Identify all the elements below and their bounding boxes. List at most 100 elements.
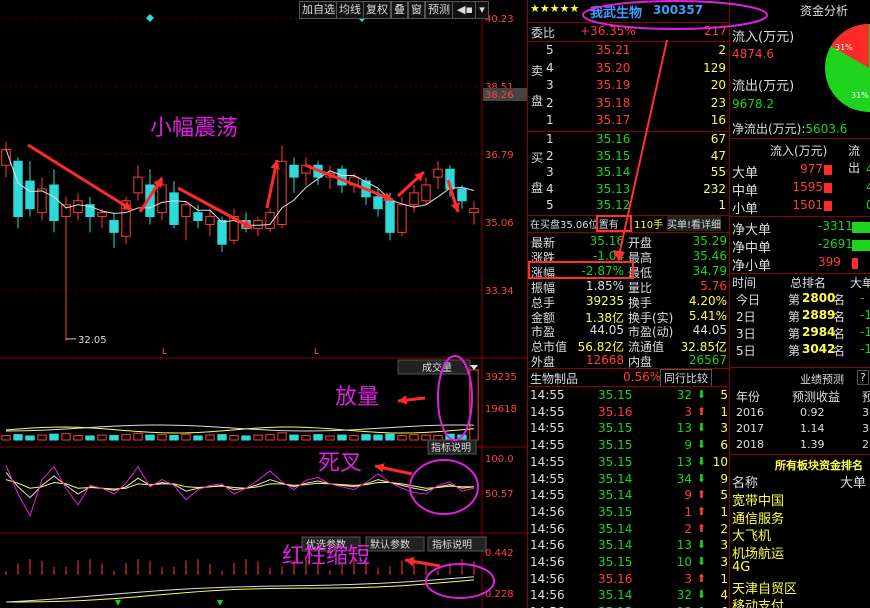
candle-body[interactable] [133,176,143,194]
toolbar-btn-forecast[interactable]: 预测 [425,1,453,19]
candle-body[interactable] [13,160,23,218]
tick-count: 3 [720,555,728,569]
quote-row: 最新 35.16 开盘 35.29 [528,234,730,250]
volume-bar [241,435,251,441]
volume-bar [265,434,275,441]
buy-order-row[interactable]: 1 35.16 67 [528,132,730,148]
candle-body[interactable] [433,168,443,178]
price-tick-label: 36.79 [485,150,514,161]
tick-row: 14:56 35.14 13 ⬇ 3 [528,538,730,554]
toolbar-btn-ma[interactable]: 均线 [336,1,364,19]
arrow-down-icon: ⬇ [696,454,706,468]
forecast-help-button[interactable]: ? [857,370,869,385]
volume-bar [385,433,395,441]
order-strip[interactable]: 在买盘35.06位置有 110手 买单!看详细 [528,216,730,231]
volume-dropdown-icon[interactable] [470,365,478,370]
candle-body[interactable] [49,184,59,222]
rank-time: 2日 [736,310,756,324]
tick-time: 14:55 [530,438,565,453]
sell-order-row[interactable]: 4 35.20 129 [528,61,730,78]
candle-body[interactable] [469,208,479,214]
candle-body[interactable] [193,212,203,222]
candle-body[interactable] [25,180,35,210]
stock-name[interactable]: 我武生物 [590,2,642,21]
sector-name[interactable]: 生物制品 [530,370,578,387]
tab-fund-analysis[interactable]: 资金分析 [800,2,848,19]
event-diamond-icon[interactable] [146,14,154,22]
candle-body[interactable] [457,188,467,202]
toolbar-btn-watchlist[interactable]: 加自选 [299,1,338,19]
volume-bar [49,433,59,441]
candle-body[interactable] [277,160,287,225]
rank-value: 2889 [802,308,836,322]
tick-count: 5 [720,388,728,402]
rank-row: 2日 第 2889 名 -1 [730,308,870,324]
quote-value: -1.04 [592,248,624,263]
board-item[interactable]: 大飞机 [732,525,771,544]
buy-order-row[interactable]: 5 35.12 1 [528,198,730,214]
candle-body[interactable] [289,164,299,178]
fund-row-in: 1501 [792,198,823,212]
candle-body[interactable] [397,204,407,233]
candle-body[interactable] [373,196,383,210]
tick-count: 3 [720,421,728,436]
candle-body[interactable] [409,192,419,206]
board-item[interactable]: 机场航运 [732,543,784,562]
rank-value: 3042 [802,342,836,356]
committee-ratio-label: 委比 [531,26,556,40]
candle-body[interactable] [169,192,179,225]
candle-body[interactable] [385,200,395,233]
candle-body[interactable] [253,220,263,229]
board-item[interactable]: 4G [732,560,750,575]
tick-volume: 34 [676,471,692,486]
quote-row: 总手 39235 换手 4.20% [528,294,730,310]
volume-bar [1,435,11,441]
default-params-button: 默认参数 [370,538,410,551]
rank-header-big: 大单 [850,276,870,290]
toolbar-btn-overlay[interactable]: 叠 [391,1,408,19]
tick-price: 35.15 [598,555,633,569]
candle-body[interactable] [217,220,227,245]
candle-body[interactable] [181,204,191,218]
buy-order-row[interactable]: 2 35.15 47 [528,149,730,165]
volume-bar [229,435,239,441]
board-item[interactable]: 宽带中国 [732,490,784,509]
forecast-row: 2017 1.14 3 [730,422,870,437]
buy-order-row[interactable]: 4 35.13 232 [528,182,730,198]
toolbar-btn-window[interactable]: 窗 [408,1,425,19]
kline-chart[interactable]: 40.2338.5136.7935.0633.3438.2632.05L L小幅震… [0,0,527,608]
volume-bar [181,433,191,441]
candle-body[interactable] [97,212,107,218]
arrow-icon[interactable]: ▾ [475,1,489,19]
tick-time: 14:56 [530,555,565,569]
order-price: 35.18 [596,95,631,110]
order-strip-detail-link[interactable]: 买单!看详细 [667,216,722,231]
toolbar-btn-adjust[interactable]: 复权 [363,1,391,19]
sell-order-row[interactable]: 1 35.17 16 [528,113,730,130]
board-item[interactable]: 通信服务 [732,508,784,527]
board-item[interactable]: 移动支付 [732,595,784,608]
order-volume: 23 [710,95,726,110]
tick-price: 35.16 [598,571,633,586]
quote-row: 涨跌 -1.04 最高 35.46 [528,248,730,265]
candle-body[interactable] [73,200,83,214]
buy-order-row[interactable]: 3 35.14 55 [528,165,730,181]
volume-bar [121,434,131,441]
sell-order-row[interactable]: 2 35.18 23 [528,96,730,113]
sell-order-row[interactable]: 5 35.21 2 [528,43,730,60]
candle-body[interactable] [421,184,431,202]
candle-body[interactable] [205,216,215,225]
volume-tab-label: 成交量 [422,361,452,374]
quote-row: 外盘 12668 内盘 26567 [528,353,730,369]
industry-compare-button[interactable]: 同行比较 [660,369,712,387]
sell-order-row[interactable]: 3 35.19 20 [528,78,730,95]
tick-time: 14:56 [530,521,565,536]
candle-body[interactable] [157,184,167,214]
tick-count: 1 [720,404,728,419]
candle-body[interactable] [109,220,119,233]
board-item[interactable]: 天津自贸区 [732,578,797,597]
tab-forecast[interactable]: 业绩预测 [800,371,844,387]
tick-list[interactable]: 14:55 35.15 32 ⬇ 5 14:55 35.16 3 ⬆ 1 14:55 35.15 13 ⬇… [528,387,730,608]
candle-body[interactable] [61,204,71,218]
board-header: 名称 大单 [730,472,870,491]
